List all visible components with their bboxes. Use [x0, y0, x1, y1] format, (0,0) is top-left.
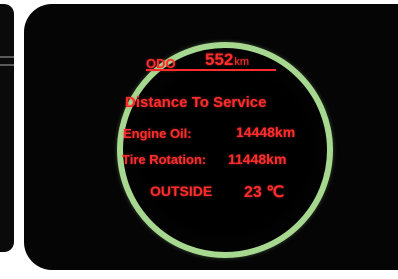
info-display — [24, 4, 398, 270]
adjacent-panel — [0, 4, 14, 252]
odometer-unit: km — [234, 56, 250, 68]
outside-temp-label: OUTSIDE — [150, 183, 213, 199]
reflection-line — [0, 56, 14, 58]
tire-rotation-value: 11448km — [228, 151, 287, 167]
engine-oil-label: Engine Oil: — [123, 126, 192, 141]
service-section-title: Distance To Service — [125, 94, 267, 111]
odometer-underline — [146, 69, 276, 71]
cluster-photo: ODO 552km Distance To Service Engine Oil… — [0, 0, 398, 279]
reflection-line — [0, 64, 14, 66]
outside-temp-value: 23 ℃ — [244, 184, 285, 201]
odometer-value: 552 — [205, 50, 234, 69]
tire-rotation-label: Tire Rotation: — [122, 152, 207, 167]
display-ring — [117, 42, 333, 258]
odometer-readout: 552km — [205, 50, 249, 70]
engine-oil-value: 14448km — [236, 124, 296, 140]
